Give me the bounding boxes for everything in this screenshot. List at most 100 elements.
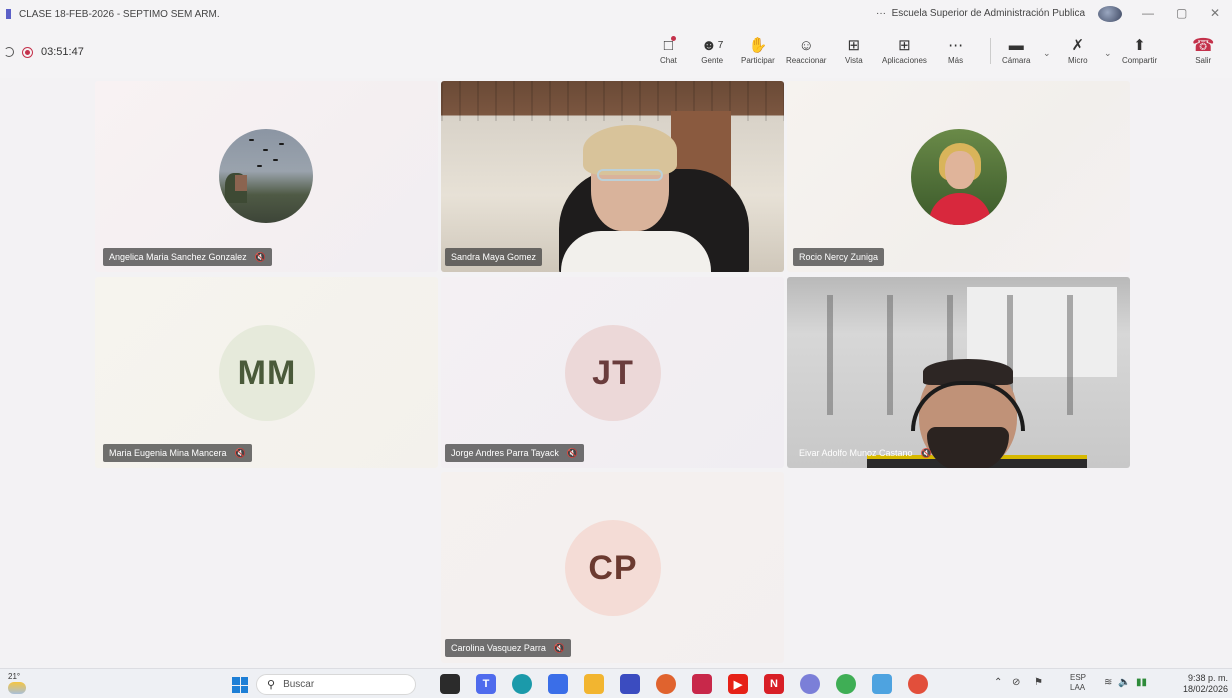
minimize-button[interactable]: — — [1142, 6, 1154, 20]
share-label: Compartir — [1122, 56, 1158, 65]
input-language[interactable]: ESP LAA — [1070, 673, 1086, 693]
sync-icon — [4, 47, 14, 57]
search-icon: ⚲ — [267, 679, 276, 691]
taskbar-clock[interactable]: 9:38 p. m. 18/02/2026 — [1168, 673, 1228, 695]
close-window-button[interactable]: ✕ — [1210, 6, 1220, 20]
raise-label: Participar — [741, 56, 775, 65]
window-title-bar: CLASE 18-FEB-2026 - SEPTIMO SEM ARM. ···… — [0, 0, 1232, 28]
leave-button[interactable]: ☎ Salir — [1192, 34, 1214, 66]
toolbar-divider — [990, 38, 991, 64]
chat-label: Chat — [660, 56, 677, 65]
volume-icon[interactable]: 🔈 — [1118, 677, 1130, 688]
teams-work-icon[interactable] — [548, 674, 568, 694]
shield-icon[interactable]: ⚑ — [1034, 677, 1043, 688]
battery-icon[interactable]: ▮▮ — [1136, 677, 1147, 688]
share-screen-icon: ⬆ — [1133, 37, 1146, 54]
house-shape — [235, 175, 247, 191]
share-button[interactable]: ⬆ Compartir — [1122, 34, 1157, 65]
chrome-profile-icon[interactable] — [800, 674, 820, 694]
mic-muted-icon: 🔇 — [920, 447, 932, 458]
participant-tile[interactable]: Sandra Maya Gomez — [441, 81, 784, 272]
participant-name: Carolina Vasquez Parra — [451, 643, 546, 653]
chat-button[interactable]: □ Chat — [660, 34, 677, 65]
camera-options-chevron-icon[interactable]: ⌄ — [1043, 48, 1051, 59]
people-button[interactable]: ☻ 7 Gente — [701, 34, 723, 66]
mcafee-icon[interactable] — [692, 674, 712, 694]
org-more-icon[interactable]: ··· — [876, 8, 886, 19]
weather-widget[interactable]: 21° — [8, 672, 26, 694]
grid-view-icon: ⊞ — [847, 37, 861, 54]
participant-initials: CP — [565, 520, 661, 616]
taskbar-search[interactable]: ⚲ Buscar — [256, 674, 416, 695]
mic-muted-icon: ✗ — [1071, 37, 1085, 54]
person-shirt-shape — [929, 193, 991, 225]
participant-name: Maria Eugenia Mina Mancera — [109, 448, 227, 458]
view-button[interactable]: ⊞ Vista — [845, 34, 863, 65]
participant-name: Sandra Maya Gomez — [451, 252, 537, 262]
mic-muted-icon: 🔇 — [254, 251, 266, 262]
participant-tile[interactable]: Rocio Nercy Zuniga — [787, 81, 1130, 272]
weather-icon — [8, 682, 26, 694]
participant-name-tag: Eivar Adolfo Munoz Castano 🔇 — [793, 444, 938, 462]
more-label: Más — [948, 56, 964, 65]
windows-start-icon[interactable] — [232, 677, 248, 693]
chrome-icon[interactable] — [836, 674, 856, 694]
participant-name-tag: Sandra Maya Gomez — [445, 248, 543, 266]
org-label[interactable]: ··· Escuela Superior de Administración P… — [876, 8, 1085, 19]
edge-icon[interactable] — [512, 674, 532, 694]
camera-button[interactable]: ▬ Cámara — [1002, 34, 1030, 66]
unread-badge — [670, 36, 676, 41]
person-face-shape — [945, 151, 975, 189]
react-button[interactable]: ☺ Reaccionar — [786, 34, 827, 66]
participant-name-tag: Angelica Maria Sanchez Gonzalez 🔇 — [103, 248, 272, 266]
participant-tile[interactable]: Angelica Maria Sanchez Gonzalez 🔇 — [95, 81, 438, 272]
bird-shape — [249, 139, 254, 141]
leave-label: Salir — [1195, 56, 1212, 65]
wifi-icon[interactable]: ≋ — [1104, 677, 1112, 688]
recording-status: 03:51:47 — [4, 46, 84, 58]
person-glasses-shape — [597, 169, 663, 181]
chat-icon: □ — [664, 34, 676, 56]
account-avatar[interactable] — [1098, 6, 1122, 22]
ellipsis-icon: ⋯ — [948, 37, 964, 54]
mic-options-chevron-icon[interactable]: ⌄ — [1104, 48, 1112, 59]
participant-name-tag: Jorge Andres Parra Tayack 🔇 — [445, 444, 585, 462]
photos-icon[interactable] — [872, 674, 892, 694]
participant-tile[interactable]: JT Jorge Andres Parra Tayack 🔇 — [441, 277, 784, 468]
clock-time: 9:38 p. m. — [1187, 673, 1228, 683]
store-icon[interactable] — [620, 674, 640, 694]
netflix-icon[interactable]: N — [764, 674, 784, 694]
org-name: Escuela Superior de Administración Publi… — [891, 8, 1085, 19]
file-explorer-icon[interactable] — [584, 674, 604, 694]
task-view-icon[interactable] — [440, 674, 460, 694]
participant-tile[interactable]: MM Maria Eugenia Mina Mancera 🔇 — [95, 277, 438, 468]
network-off-icon[interactable]: ⊘ — [1012, 677, 1020, 688]
react-label: Reaccionar — [786, 56, 827, 65]
tray-expand-chevron-icon[interactable]: ⌃ — [994, 677, 1002, 688]
elapsed-time: 03:51:47 — [41, 46, 84, 58]
person-shirt-shape — [561, 231, 711, 272]
keyboard-layout: LAA — [1070, 683, 1086, 692]
teams-logo-icon — [6, 9, 11, 19]
more-button[interactable]: ⋯ Más — [948, 34, 963, 65]
restore-button[interactable]: ▢ — [1176, 6, 1187, 20]
mic-button[interactable]: ✗ Micro — [1068, 34, 1088, 65]
search-placeholder: Buscar — [283, 679, 315, 690]
window-title: CLASE 18-FEB-2026 - SEPTIMO SEM ARM. — [19, 8, 220, 20]
participant-tile[interactable]: Eivar Adolfo Munoz Castano 🔇 — [787, 277, 1130, 468]
raise-hand-button[interactable]: ✋ Participar — [741, 34, 775, 65]
chrome-canary-icon[interactable] — [908, 674, 928, 694]
participant-tile[interactable]: CP Carolina Vasquez Parra 🔇 — [441, 472, 784, 663]
teams-taskbar-icon[interactable]: T — [476, 674, 496, 694]
apps-button[interactable]: ⊞ Aplicaciones — [882, 34, 927, 65]
participant-initials: JT — [565, 325, 661, 421]
language-code: ESP — [1070, 673, 1087, 682]
app-icon[interactable] — [656, 674, 676, 694]
camera-off-icon: ▬ — [1008, 36, 1024, 54]
youtube-icon[interactable]: ▶ — [728, 674, 748, 694]
bird-shape — [257, 165, 262, 167]
mic-muted-icon: 🔇 — [566, 447, 579, 458]
clock-date: 18/02/2026 — [1182, 684, 1228, 694]
participant-initials: MM — [219, 325, 315, 421]
apps-label: Aplicaciones — [882, 56, 927, 65]
